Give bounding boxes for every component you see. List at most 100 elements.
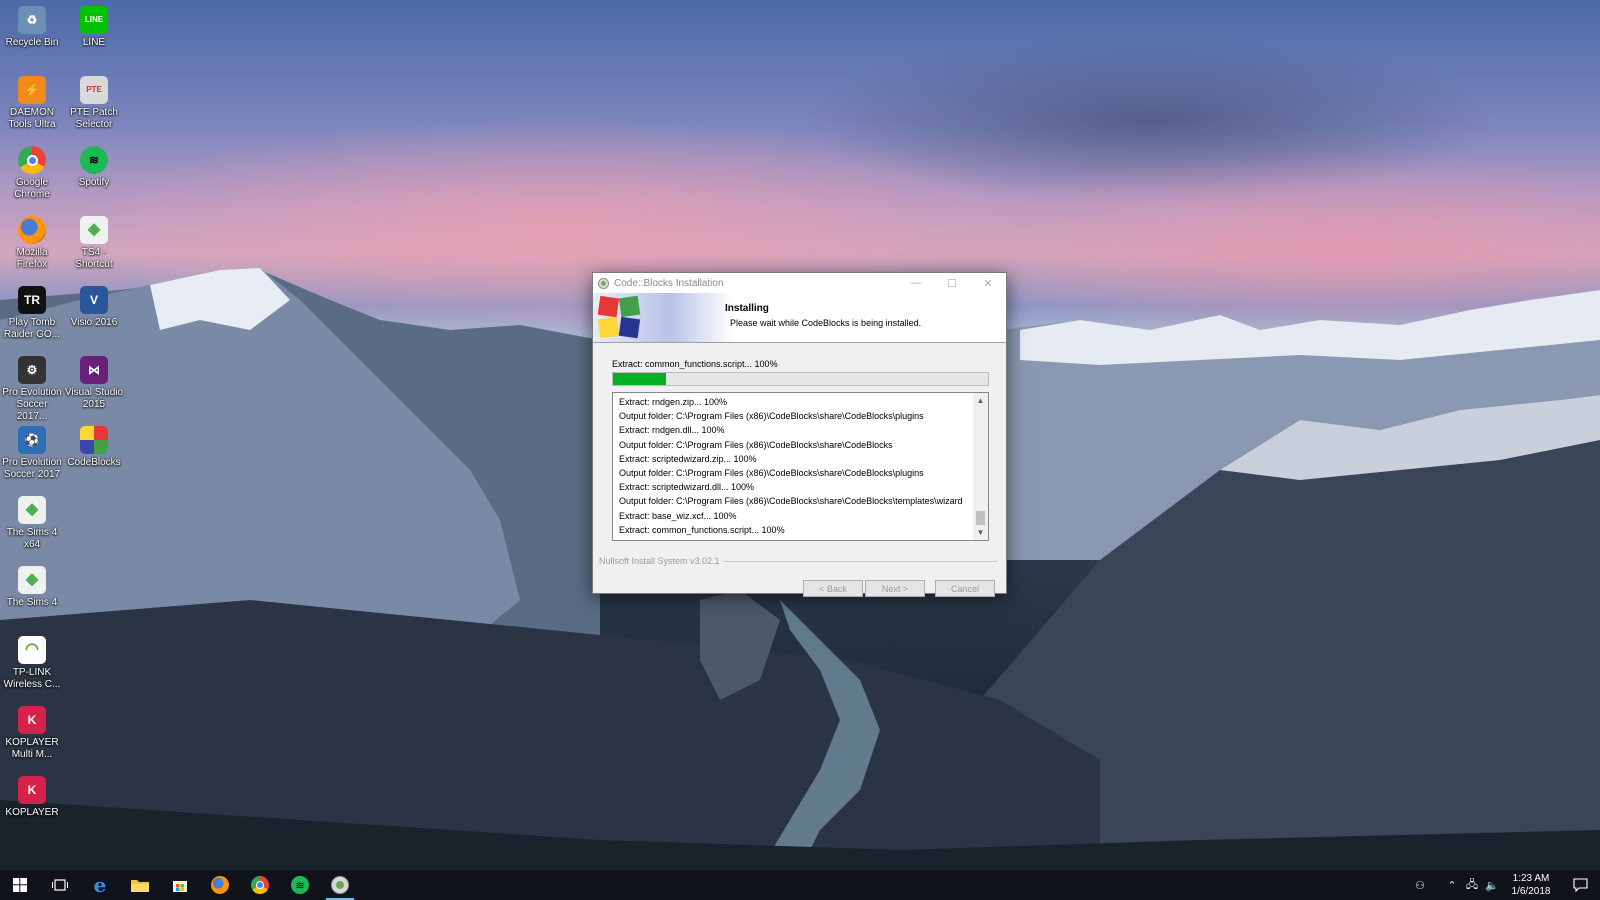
page-title: Installing <box>725 303 769 314</box>
visio-icon: V <box>80 286 108 314</box>
notification-icon <box>1572 878 1588 892</box>
taskbar: e ≋ ⚇ ⌃ 🖧 🔈 1:23 AM 1/6/2018 <box>0 870 1600 900</box>
chevron-up-icon: ⌃ <box>1447 879 1457 892</box>
desktop-icon-tp-link[interactable]: ◠ TP-LINK Wireless C... <box>0 636 64 691</box>
close-icon: ✕ <box>983 277 993 290</box>
task-view-button[interactable] <box>40 870 80 900</box>
koplayer-multi-icon: K <box>18 706 46 734</box>
taskbar-file-explorer[interactable] <box>120 870 160 900</box>
status-text: Extract: common_functions.script... 100% <box>612 359 778 369</box>
branding-divider <box>723 560 997 562</box>
desktop-icon-pes-2017-launcher[interactable]: ⚙ Pro Evolution Soccer 2017... <box>0 356 64 423</box>
chrome-icon <box>18 146 46 174</box>
desktop-icon-daemon-tools[interactable]: ⚡ DAEMON Tools Ultra <box>0 76 64 131</box>
install-log[interactable]: Extract: rndgen.zip... 100% Output folder… <box>612 392 989 541</box>
tomb-raider-icon: TR <box>18 286 46 314</box>
log-line: Output folder: C:\Program Files (x86)\Co… <box>619 439 893 450</box>
scroll-down-button[interactable]: ▼ <box>973 525 988 540</box>
minimize-button[interactable]: — <box>898 273 934 293</box>
desktop-icon-koplayer-multi[interactable]: K KOPLAYER Multi M... <box>0 706 64 761</box>
desktop-icon-tomb-raider[interactable]: TR Play Tomb Raider GO... <box>0 286 64 341</box>
pes-game-icon: ⚽ <box>18 426 46 454</box>
firefox-icon <box>211 876 229 894</box>
desktop-icon-koplayer[interactable]: K KOPLAYER <box>0 776 64 819</box>
desktop-icon-sims-4[interactable]: ◆ The Sims 4 <box>0 566 64 609</box>
desktop-icon-recycle-bin[interactable]: ♻ Recycle Bin <box>0 6 64 49</box>
sims-x64-icon: ◆ <box>18 496 46 524</box>
log-line: Extract: scriptedwizard.zip... 100% <box>619 453 757 464</box>
speaker-icon: 🔈 <box>1485 879 1499 892</box>
taskbar-edge[interactable]: e <box>80 870 120 900</box>
codeblocks-logo-icon <box>597 295 641 339</box>
taskbar-spotify[interactable]: ≋ <box>280 870 320 900</box>
start-button[interactable] <box>0 870 40 900</box>
clock-date: 1/6/2018 <box>1511 886 1551 897</box>
scroll-thumb[interactable] <box>976 511 985 525</box>
maximize-button[interactable]: ☐ <box>934 273 970 293</box>
desktop-icon-visual-studio[interactable]: ⋈ Visual Studio 2015 <box>62 356 126 411</box>
desktop-icon-mozilla-firefox[interactable]: Mozilla Firefox <box>0 216 64 271</box>
cancel-button[interactable]: Cancel <box>935 580 995 597</box>
spotify-icon: ≋ <box>291 876 309 894</box>
visual-studio-icon: ⋈ <box>80 356 108 384</box>
log-line: Output folder: C:\Program Files (x86)\Co… <box>619 496 963 507</box>
installer-app-icon <box>598 277 609 289</box>
taskbar-store[interactable] <box>160 870 200 900</box>
desktop-icon-sims-4-x64[interactable]: ◆ The Sims 4 x64 <box>0 496 64 551</box>
taskbar-codeblocks-installer[interactable] <box>320 870 360 900</box>
desktop-icon-line[interactable]: LINE LINE <box>62 6 126 49</box>
taskbar-chrome[interactable] <box>240 870 280 900</box>
desktop-icon-spotify[interactable]: ≋ Spotify <box>62 146 126 189</box>
firefox-icon <box>18 216 46 244</box>
clock[interactable]: 1:23 AM 1/6/2018 <box>1502 872 1560 898</box>
log-line: Extract: base_wiz.xcf... 100% <box>619 510 737 521</box>
branding-text: Nullsoft Install System v3.02.1 <box>599 556 720 566</box>
sims-icon: ◆ <box>80 216 108 244</box>
action-center-button[interactable] <box>1560 870 1600 900</box>
recycle-bin-icon: ♻ <box>18 6 46 34</box>
chevron-up-icon: ▲ <box>976 396 985 405</box>
chrome-icon <box>251 876 269 894</box>
progress-bar <box>612 372 989 386</box>
log-line: Output folder: C:\Program Files (x86)\Co… <box>619 411 924 422</box>
system-tray: ⚇ ⌃ 🖧 🔈 1:23 AM 1/6/2018 <box>1410 870 1600 900</box>
spotify-icon: ≋ <box>80 146 108 174</box>
desktop-icon-codeblocks[interactable]: CodeBlocks <box>62 426 126 469</box>
desktop-icon-visio[interactable]: V Visio 2016 <box>62 286 126 329</box>
log-list: Extract: rndgen.zip... 100% Output folder… <box>613 393 988 537</box>
sims-4-icon: ◆ <box>18 566 46 594</box>
log-line: Extract: scriptedwizard.dll... 100% <box>619 482 755 493</box>
network-button[interactable]: 🖧 <box>1462 870 1482 900</box>
desktop-icon-pes-2017[interactable]: ⚽ Pro Evolution Soccer 2017 <box>0 426 64 481</box>
task-view-icon <box>52 879 68 891</box>
koplayer-icon: K <box>18 776 46 804</box>
edge-icon: e <box>93 873 107 897</box>
close-button[interactable]: ✕ <box>970 273 1006 293</box>
back-button[interactable]: < Back <box>803 580 863 597</box>
folder-icon <box>131 880 149 892</box>
scroll-up-button[interactable]: ▲ <box>973 393 988 408</box>
chevron-down-icon: ▼ <box>976 528 985 537</box>
title-bar[interactable]: Code::Blocks Installation — ☐ ✕ <box>593 273 1006 293</box>
installer-content: Extract: common_functions.script... 100%… <box>593 343 1006 597</box>
desktop-icon-google-chrome[interactable]: Google Chrome <box>0 146 64 201</box>
taskbar-firefox[interactable] <box>200 870 240 900</box>
next-button[interactable]: Next > <box>865 580 925 597</box>
log-line: Output folder: C:\Program Files (x86)\Co… <box>619 468 924 479</box>
installer-branding: Nullsoft Install System v3.02.1 <box>599 555 997 567</box>
pes-icon: ⚙ <box>18 356 46 384</box>
volume-button[interactable]: 🔈 <box>1482 870 1502 900</box>
minimize-icon: — <box>910 277 922 289</box>
store-icon <box>173 881 187 892</box>
desktop-icon-pte-patch[interactable]: PTE PTE Patch Selector <box>62 76 126 131</box>
installer-window[interactable]: Code::Blocks Installation — ☐ ✕ Installi… <box>592 272 1007 597</box>
show-hidden-icons-button[interactable]: ⌃ <box>1442 870 1462 900</box>
window-title: Code::Blocks Installation <box>614 277 724 289</box>
people-button[interactable]: ⚇ <box>1410 870 1430 900</box>
desktop-icon-ts4-shortcut[interactable]: ◆ TS4 - Shortcut <box>62 216 126 271</box>
windows-logo-icon <box>13 878 27 892</box>
log-line: Extract: rndgen.zip... 100% <box>619 397 728 407</box>
network-icon: 🖧 <box>1465 878 1479 891</box>
tp-link-icon: ◠ <box>18 636 46 664</box>
log-scrollbar[interactable]: ▲ ▼ <box>973 393 988 540</box>
